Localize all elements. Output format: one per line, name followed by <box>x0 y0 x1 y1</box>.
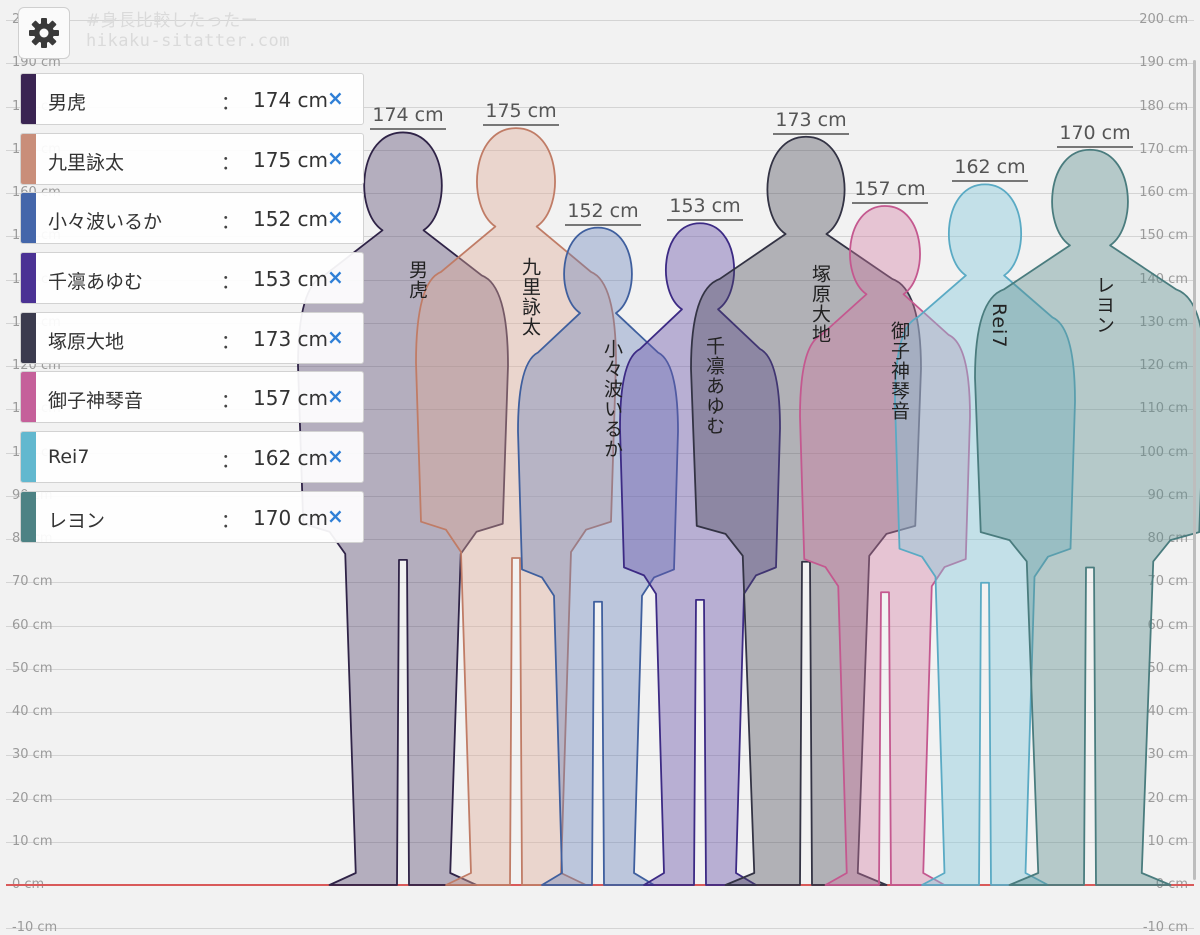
character-list: 男虎： 174 cm × 九里詠太： 175 cm × 小々波いるか： 152 cm × 千凛あゆ… <box>20 73 364 551</box>
character-row[interactable]: 塚原大地 ： 173 cm × <box>20 311 364 364</box>
gear-icon <box>29 18 59 48</box>
remove-icon[interactable]: × <box>327 265 344 289</box>
height-label-text: 153 cm <box>667 197 743 221</box>
color-swatch <box>21 133 36 184</box>
color-swatch <box>21 372 36 423</box>
character-height: 153 cm <box>253 267 329 292</box>
scrollbar[interactable] <box>1193 60 1196 880</box>
height-label-text: 162 cm <box>952 158 1028 182</box>
character-height: 162 cm <box>253 446 329 471</box>
height-label: 174 cm <box>358 106 458 130</box>
separator: ： <box>221 450 241 473</box>
height-label-text: 152 cm <box>565 202 641 226</box>
character-row[interactable]: 男虎 ： 174 cm × <box>20 73 364 125</box>
color-swatch <box>21 312 36 363</box>
settings-button[interactable] <box>18 7 70 59</box>
remove-icon[interactable]: × <box>327 444 344 468</box>
character-row[interactable]: 小々波いるか ： 152 cm × <box>20 192 364 245</box>
height-label-text: 170 cm <box>1057 124 1133 148</box>
remove-icon[interactable]: × <box>327 384 344 408</box>
separator: ： <box>221 271 241 294</box>
height-label-text: 174 cm <box>370 106 446 130</box>
height-label: 152 cm <box>553 202 653 226</box>
color-swatch <box>21 253 36 304</box>
character-name: 塚原大地 <box>48 330 125 353</box>
character-name: 小々波いるか <box>48 211 163 234</box>
character-height: 157 cm <box>253 386 329 411</box>
watermark-hashtag: #身長比較したったー <box>86 11 259 31</box>
color-swatch <box>21 74 36 124</box>
character-height: 175 cm <box>253 147 329 172</box>
gridline <box>6 928 1194 929</box>
character-name: 御子神琴音 <box>48 390 144 413</box>
body-name-label: 小々波いるか <box>601 339 623 459</box>
separator: ： <box>221 390 241 413</box>
character-name: レヨン <box>48 509 106 532</box>
watermark: #身長比較したったー hikaku-sitatter.com <box>86 11 290 51</box>
body-name-label: レヨン <box>1093 275 1115 335</box>
separator: ： <box>221 509 241 532</box>
character-name: 九里詠太 <box>48 151 125 174</box>
character-height: 152 cm <box>253 207 329 232</box>
height-label-text: 175 cm <box>483 102 559 126</box>
watermark-site: hikaku-sitatter.com <box>86 30 290 51</box>
remove-icon[interactable]: × <box>327 205 344 229</box>
character-name: 男虎 <box>48 92 87 114</box>
body-name-label: 塚原大地 <box>809 264 831 344</box>
character-name: 千凛あゆむ <box>48 271 144 294</box>
character-row[interactable]: 九里詠太 ： 175 cm × <box>20 132 364 185</box>
body-name-label: 千凛あゆむ <box>703 336 725 436</box>
color-swatch <box>21 432 36 483</box>
height-label-text: 173 cm <box>773 111 849 135</box>
height-label: 173 cm <box>761 111 861 135</box>
separator: ： <box>221 151 241 174</box>
height-label-text: 157 cm <box>852 180 928 204</box>
color-swatch <box>21 193 36 244</box>
separator: ： <box>221 211 241 234</box>
remove-icon[interactable]: × <box>327 325 344 349</box>
character-height: 170 cm <box>253 505 329 530</box>
character-row[interactable]: Rei7 ： 162 cm × <box>20 431 364 484</box>
remove-icon[interactable]: × <box>327 504 344 528</box>
character-height: 174 cm <box>253 88 329 112</box>
character-row[interactable]: レヨン ： 170 cm × <box>20 490 364 543</box>
body-name-label: 御子神琴音 <box>888 321 910 421</box>
character-height: 173 cm <box>253 326 329 351</box>
height-label: 170 cm <box>1045 124 1145 148</box>
character-name: Rei7 <box>48 446 90 469</box>
height-label: 153 cm <box>655 197 755 221</box>
remove-icon[interactable]: × <box>327 146 344 170</box>
remove-icon[interactable]: × <box>327 86 344 110</box>
character-row[interactable]: 御子神琴音 ： 157 cm × <box>20 371 364 424</box>
separator: ： <box>221 92 241 114</box>
height-label: 175 cm <box>471 102 571 126</box>
height-label: 162 cm <box>940 158 1040 182</box>
body-name-label: Rei7 <box>988 303 1010 349</box>
height-chart-stage: 200 cm200 cm190 cm190 cm180 cm180 cm170 … <box>0 0 1200 934</box>
body-name-label: 男虎 <box>406 260 428 300</box>
character-row[interactable]: 千凛あゆむ ： 153 cm × <box>20 252 364 305</box>
body-name-label: 九里詠太 <box>519 257 541 337</box>
separator: ： <box>221 330 241 353</box>
color-swatch <box>21 491 36 542</box>
height-label: 157 cm <box>840 180 940 204</box>
